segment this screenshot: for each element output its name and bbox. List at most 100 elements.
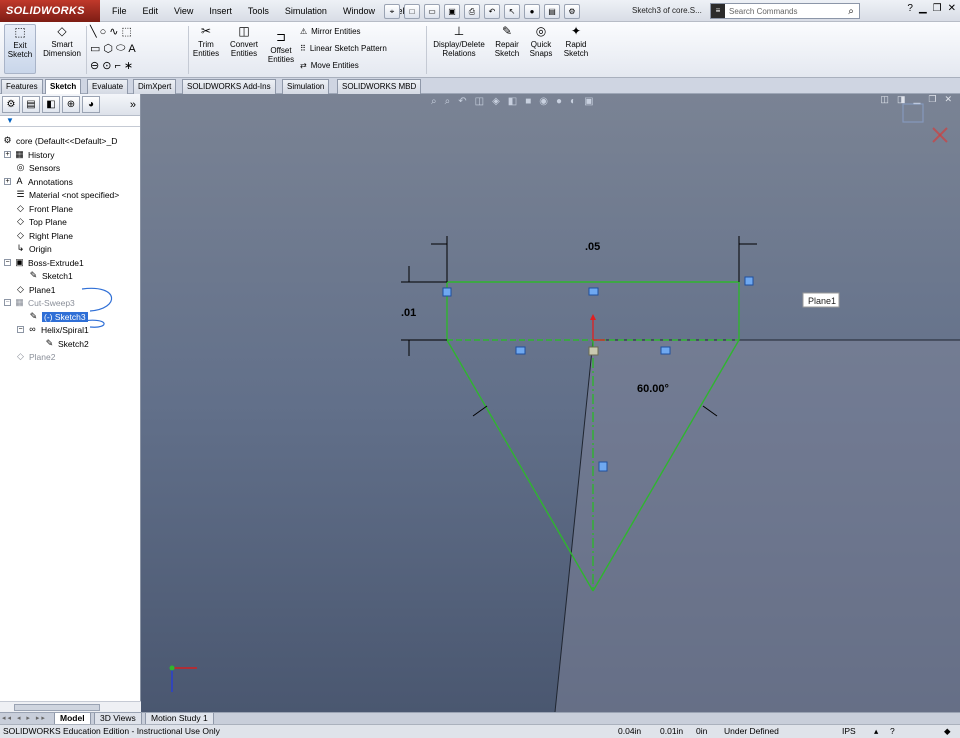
menu-view[interactable]: View [166,0,201,22]
configuration-manager-icon[interactable]: ◧ [42,96,60,113]
quick-snaps-button[interactable]: ◎ Quick Snaps [526,24,556,58]
print-icon[interactable]: ⎙ [464,3,480,19]
dimension-height[interactable]: .01 [401,307,416,319]
help-icon[interactable]: ? [907,3,913,14]
mirror-entities-button[interactable]: ⚠ Mirror Entities [300,27,361,36]
restore-icon[interactable]: ❐ [933,3,942,14]
line-icon[interactable]: ╲ [90,25,97,38]
rectangle-icon[interactable]: ▭ [90,42,100,55]
spline-icon[interactable]: ∿ [109,25,118,38]
tree-item-cut-sweep3[interactable]: − ▦ Cut-Sweep3 [4,296,75,309]
tree-item-right-plane[interactable]: ◇ Right Plane [15,229,73,242]
tree-item-annotations[interactable]: + A Annotations [4,175,73,188]
circle-icon[interactable]: ○ [100,26,107,38]
tree-item-front-plane[interactable]: ◇ Front Plane [15,202,73,215]
save-icon[interactable]: ▣ [444,3,460,19]
polygon-icon[interactable]: ⬡ [103,42,113,55]
move-entities-button[interactable]: ⇄ Move Entities [300,61,359,70]
tree-root[interactable]: ⚙ core (Default<<Default>_D [2,134,117,147]
confirm-sketch-icon[interactable] [902,103,924,123]
graphics-area[interactable]: ⌕ ⌕ ↶ ◫ ◈ ◧ ■ ◉ ● ◐ ▣ ◫ ◨ ▁ ❐ ✕ Plane1 P… [141,94,960,712]
select-icon[interactable]: ↖ [504,3,520,19]
menu-tools[interactable]: Tools [240,0,277,22]
options-icon[interactable]: ⚙ [564,3,580,19]
tab-features[interactable]: Features [1,79,43,94]
scrollbar-thumb[interactable] [14,704,100,711]
unit-dropdown-icon[interactable]: ▴ [874,725,878,738]
fillet-icon[interactable]: ⌐ [114,60,120,72]
sketch-line-v-left[interactable] [446,339,594,592]
file-properties-icon[interactable]: ▤ [544,3,560,19]
collapse-icon[interactable]: − [17,326,24,333]
vertical-relation-icon[interactable] [442,287,452,297]
expand-panel-icon[interactable]: » [130,99,136,111]
offset-entities-button[interactable]: ⊐ Offset Entities [264,30,298,64]
menu-insert[interactable]: Insert [201,0,240,22]
convert-entities-button[interactable]: ◫ Convert Entities [226,24,262,58]
menu-simulation[interactable]: Simulation [277,0,335,22]
tab-sketch[interactable]: Sketch [45,79,82,94]
collapse-icon[interactable]: − [4,259,11,266]
expand-icon[interactable]: + [4,178,11,185]
rebuild-status-icon[interactable]: ◆ [944,725,951,738]
coincident-relation-icon[interactable] [588,346,599,356]
new-document-icon[interactable]: □ [404,3,420,19]
tab-solidworks-mbd[interactable]: SOLIDWORKS MBD [337,79,422,94]
exit-sketch-button[interactable]: ⬚ Exit Sketch [4,24,36,74]
tree-item-plane2[interactable]: ◇ Plane2 [15,350,55,363]
help-status-icon[interactable]: ? [890,725,895,738]
tree-item-sketch1[interactable]: ✎ Sketch1 [28,269,73,282]
undo-icon[interactable]: ↶ [484,3,500,19]
tree-item-sketch3[interactable]: ✎ (-) Sketch3 [28,310,88,323]
rebuild-icon[interactable]: ● [524,3,540,19]
tree-item-boss-extrude1[interactable]: − ▣ Boss-Extrude1 [4,256,84,269]
vertical-relation-icon[interactable] [744,276,754,286]
horizontal-relation-icon[interactable] [588,287,599,296]
tab-dimxpert[interactable]: DimXpert [133,79,177,94]
slot-icon[interactable]: ⊖ [90,59,99,72]
horizontal-relation-icon[interactable] [660,346,671,355]
property-manager-icon[interactable]: ▤ [22,96,40,113]
tree-item-plane1[interactable]: ◇ Plane1 [15,283,55,296]
dimension-angle[interactable]: 60.00° [637,383,669,395]
text-icon[interactable]: A [128,43,135,55]
rapid-sketch-button[interactable]: ✦ Rapid Sketch [560,24,592,58]
search-scope-icon[interactable]: ≡ [711,4,725,18]
menu-file[interactable]: File [104,0,135,22]
horizontal-relation-icon[interactable] [515,346,526,355]
tab-solidworks-addins[interactable]: SOLIDWORKS Add-Ins [182,79,276,94]
pin-icon[interactable]: ⌖ [384,3,400,19]
dimension-width[interactable]: .05 [585,241,600,253]
tree-item-material[interactable]: ☰ Material <not specified> [15,188,119,201]
tab-evaluate[interactable]: Evaluate [87,79,129,94]
grid-icon[interactable]: ⬚ [122,25,132,38]
minimize-icon[interactable]: ▁ [919,3,927,14]
search-commands-box[interactable]: ≡ Search Commands ⌕ [710,3,860,19]
menu-window[interactable]: Window [335,0,383,22]
tab-simulation[interactable]: Simulation [282,79,330,94]
vertical-relation-icon[interactable] [598,461,608,472]
smart-dimension-button[interactable]: ◇ Smart Dimension [40,24,84,58]
display-delete-relations-button[interactable]: ⊥ Display/Delete Relations [430,24,488,58]
tab-scroll-arrows[interactable]: ◂◂ ◂ ▸ ▸▸ [2,714,47,722]
solidworks-logo[interactable]: SOLIDWORKS [0,0,100,22]
expand-icon[interactable]: + [4,151,11,158]
open-folder-icon[interactable]: ▭ [424,3,440,19]
tree-item-top-plane[interactable]: ◇ Top Plane [15,215,67,228]
display-manager-icon[interactable]: ◕ [82,96,100,113]
search-icon[interactable]: ⌕ [843,6,859,17]
tree-item-sensors[interactable]: ◎ Sensors [15,161,61,174]
collapse-icon[interactable]: − [4,299,11,306]
tree-item-helix-spiral1[interactable]: − ∞ Helix/Spiral1 [17,323,89,336]
tree-item-history[interactable]: + ▦ History [4,148,54,161]
sketch-canvas[interactable]: Plane1 Plane1 .05 .01 60.00° [141,94,960,712]
point-icon[interactable]: ∗ [124,59,133,72]
dimxpert-manager-icon[interactable]: ⊕ [62,96,80,113]
unit-system[interactable]: IPS [842,725,856,738]
repair-sketch-button[interactable]: ✎ Repair Sketch [491,24,523,58]
tree-item-origin[interactable]: ↳ Origin [15,242,52,255]
linear-sketch-pattern-button[interactable]: ⠿ Linear Sketch Pattern [300,44,387,53]
ellipse-icon[interactable]: ⬭ [116,42,125,55]
search-input[interactable]: Search Commands [725,7,843,16]
feature-tree-icon[interactable]: ⚙ [2,96,20,113]
